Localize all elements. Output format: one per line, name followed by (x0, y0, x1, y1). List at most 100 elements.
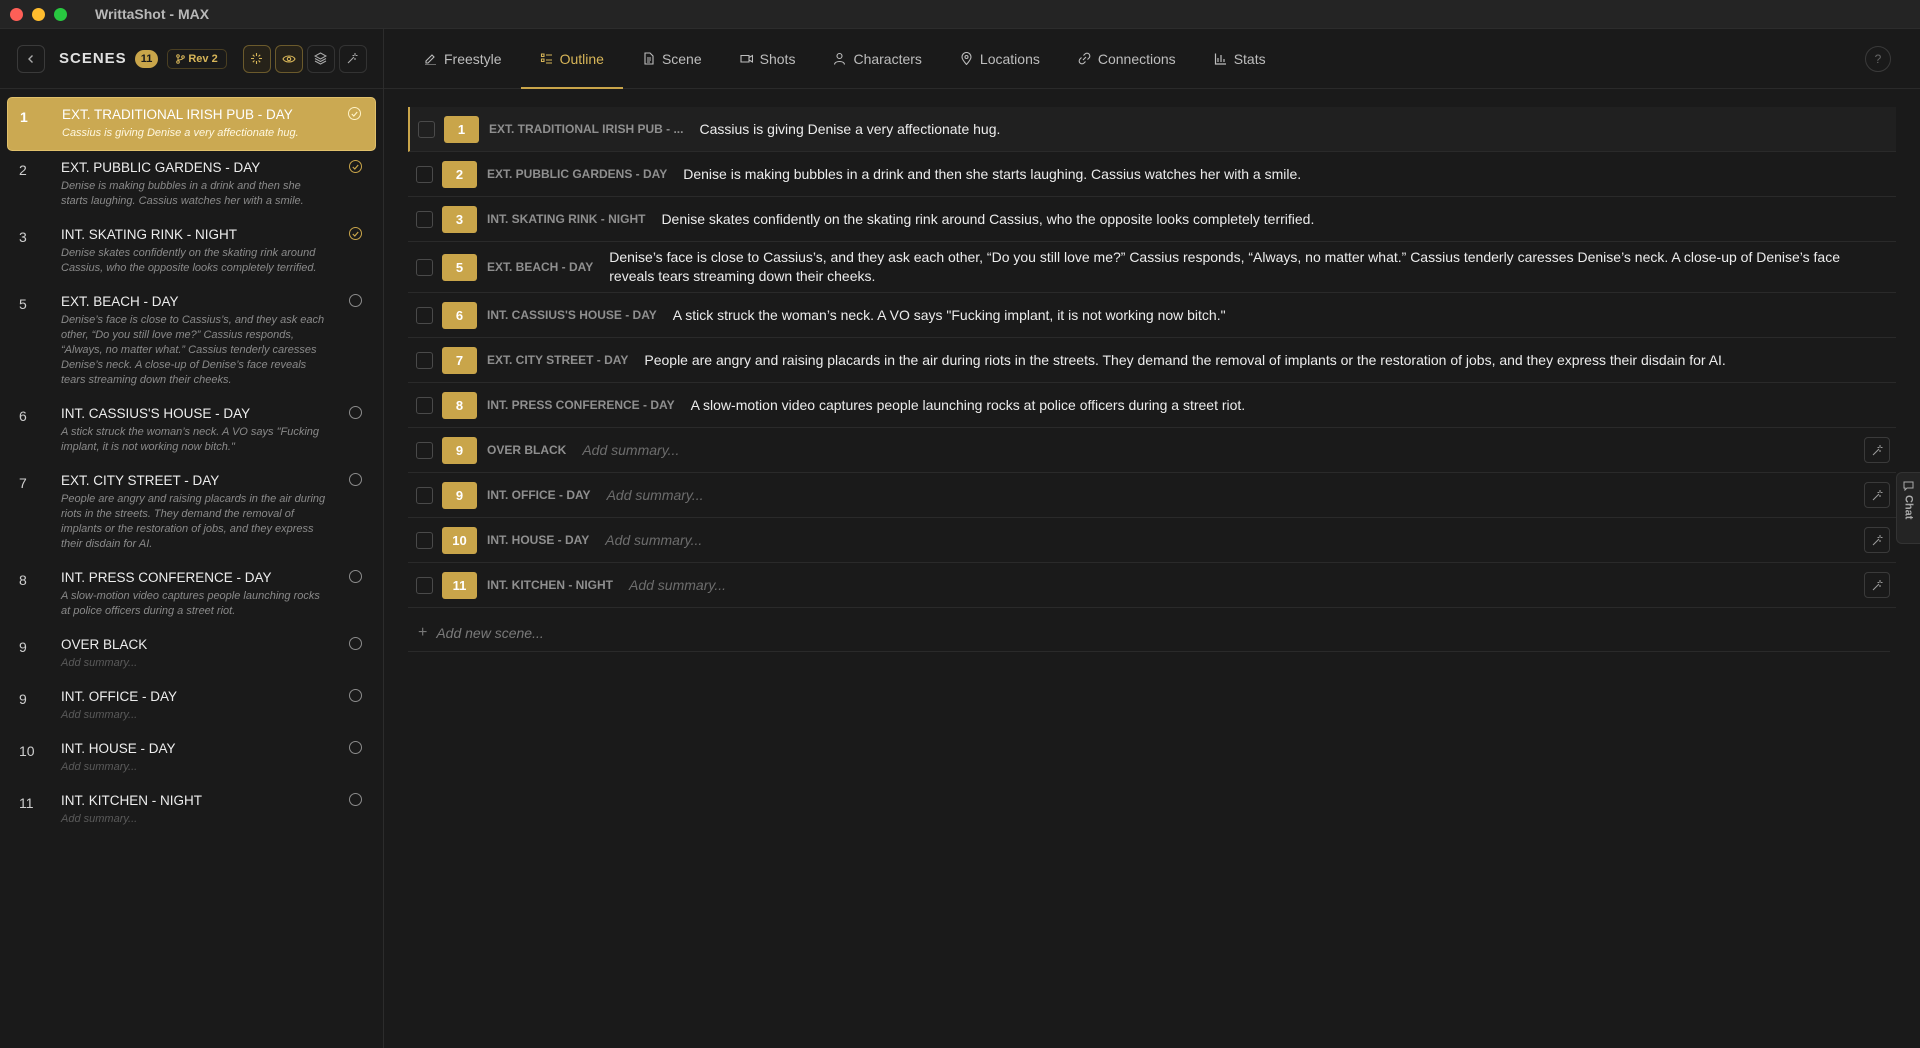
scene-list-item[interactable]: 6 INT. CASSIUS'S HOUSE - DAY A stick struc… (7, 397, 376, 464)
outline-row[interactable]: 11 INT. KITCHEN - NIGHT Add summary... (408, 563, 1896, 608)
revision-button[interactable]: Rev 2 (167, 48, 227, 69)
help-button[interactable]: ? (1865, 46, 1891, 72)
row-checkbox[interactable] (416, 258, 433, 276)
summary-input[interactable]: Add summary... (629, 576, 1896, 595)
row-checkbox[interactable] (416, 441, 433, 459)
row-checkbox[interactable] (416, 351, 433, 369)
tab-freestyle[interactable]: Freestyle (405, 29, 521, 88)
chat-bubble-icon (1903, 481, 1914, 491)
outline-row[interactable]: 9 OVER BLACK Add summary... (408, 428, 1896, 473)
scene-number: 8 (19, 572, 27, 588)
scene-heading: INT. HOUSE - DAY (487, 533, 590, 547)
scene-list-item[interactable]: 8 INT. PRESS CONFERENCE - DAY A slow-motio… (7, 561, 376, 628)
status-circle-icon[interactable] (349, 294, 362, 307)
scene-heading: EXT. PUBBLIC GARDENS - DAY (61, 160, 261, 175)
layers-button[interactable] (306, 44, 335, 73)
outline-row[interactable]: 10 INT. HOUSE - DAY Add summary... (408, 518, 1896, 563)
magic-wand-icon (347, 53, 358, 64)
tab-scene[interactable]: Scene (623, 29, 721, 88)
layers-icon (314, 52, 328, 65)
main-panel: Freestyle Outline Scene Shots Characters Loca… (384, 29, 1920, 1048)
minimize-window-button[interactable] (32, 7, 45, 21)
preview-toggle-button[interactable] (274, 44, 303, 73)
row-checkbox[interactable] (416, 165, 433, 183)
tab-locations[interactable]: Locations (941, 29, 1059, 88)
outline-row[interactable]: 9 INT. OFFICE - DAY Add summary... (408, 473, 1896, 518)
status-circle-icon[interactable] (349, 689, 362, 702)
eye-icon (282, 54, 296, 63)
window-controls (10, 7, 67, 21)
status-circle-icon[interactable] (349, 793, 362, 806)
scene-list-item[interactable]: 11 INT. KITCHEN - NIGHT Add summary... (7, 784, 376, 836)
outline-row[interactable]: 6 INT. CASSIUS'S HOUSE - DAY A stick struc… (408, 293, 1896, 338)
outline-row[interactable]: 5 EXT. BEACH - DAY Denise’s face is close … (408, 242, 1896, 293)
scene-heading: EXT. TRADITIONAL IRISH PUB - DAY (62, 107, 293, 122)
row-checkbox[interactable] (416, 486, 433, 504)
branch-icon (176, 53, 186, 64)
status-circle-icon[interactable] (349, 637, 362, 650)
row-checkbox[interactable] (416, 531, 433, 549)
user-icon (834, 52, 846, 65)
summary-input[interactable]: Add summary... (582, 441, 1896, 460)
completed-check-icon[interactable] (349, 227, 362, 240)
generate-summary-button[interactable] (1864, 437, 1890, 463)
close-window-button[interactable] (10, 7, 23, 21)
outline-row[interactable]: 2 EXT. PUBBLIC GARDENS - DAY Denise is mak… (408, 152, 1896, 197)
scene-summary: A stick struck the woman’s neck. A VO sa… (672, 306, 1226, 323)
back-button[interactable] (17, 44, 45, 73)
outline-row[interactable]: 8 INT. PRESS CONFERENCE - DAY A slow-motio… (408, 383, 1896, 428)
row-checkbox[interactable] (416, 210, 433, 228)
completed-check-icon[interactable] (349, 160, 362, 173)
ai-generate-button[interactable] (338, 44, 367, 73)
magic-wand-icon (1872, 489, 1882, 500)
status-circle-icon[interactable] (349, 473, 362, 486)
plus-icon: + (418, 624, 428, 641)
zoom-window-button[interactable] (54, 7, 67, 21)
status-circle-icon[interactable] (349, 570, 362, 583)
summary-input[interactable]: Add summary... (605, 531, 1896, 550)
tab-connections[interactable]: Connections (1059, 29, 1195, 88)
row-checkbox[interactable] (416, 306, 433, 324)
summary-input[interactable]: Add summary... (607, 486, 1896, 505)
scene-list-item[interactable]: 10 INT. HOUSE - DAY Add summary... (7, 732, 376, 784)
completed-check-icon[interactable] (348, 107, 361, 120)
scene-text: EXT. BEACH - DAY Denise’s face is close t… (61, 294, 366, 388)
scene-text: EXT. PUBBLIC GARDENS - DAY Denise is maki… (61, 160, 366, 209)
outline-row[interactable]: 1 EXT. TRADITIONAL IRISH PUB - ... Cassius… (408, 107, 1896, 152)
scene-list-item[interactable]: 5 EXT. BEACH - DAY Denise’s face is close … (7, 285, 376, 397)
generate-summary-button[interactable] (1864, 527, 1890, 553)
status-circle-icon[interactable] (349, 406, 362, 419)
row-checkbox[interactable] (418, 120, 435, 138)
scene-number-badge: 6 (442, 301, 477, 329)
status-circle-icon[interactable] (349, 741, 362, 754)
magic-toggle-button[interactable] (242, 44, 271, 73)
scene-list-item[interactable]: 1 EXT. TRADITIONAL IRISH PUB - DAY Cassius… (7, 97, 376, 151)
magic-wand-icon (1872, 579, 1882, 590)
generate-summary-button[interactable] (1864, 482, 1890, 508)
scene-number: 9 (19, 691, 27, 707)
outline-row[interactable]: 7 EXT. CITY STREET - DAY People are angry … (408, 338, 1896, 383)
sidebar-title: SCENES (59, 50, 127, 67)
outline-row[interactable]: 3 INT. SKATING RINK - NIGHT Denise skates … (408, 197, 1896, 242)
scene-list-item[interactable]: 3 INT. SKATING RINK - NIGHT Denise skates … (7, 218, 376, 285)
chat-panel-toggle[interactable]: Chat (1896, 472, 1920, 544)
tab-shots[interactable]: Shots (721, 29, 815, 88)
scene-list-item[interactable]: 2 EXT. PUBBLIC GARDENS - DAY Denise is mak… (7, 151, 376, 218)
scene-list: 1 EXT. TRADITIONAL IRISH PUB - DAY Cassius… (0, 89, 383, 844)
scene-list-item[interactable]: 9 INT. OFFICE - DAY Add summary... (7, 680, 376, 732)
scene-number: 1 (20, 109, 28, 125)
scene-number-badge: 10 (442, 526, 477, 554)
scene-text: OVER BLACK Add summary... (61, 637, 366, 671)
row-checkbox[interactable] (416, 576, 433, 594)
generate-summary-button[interactable] (1864, 572, 1890, 598)
scene-list-item[interactable]: 7 EXT. CITY STREET - DAY People are angry … (7, 464, 376, 561)
add-scene-button[interactable]: + Add new scene... (408, 608, 1890, 652)
scene-list-item[interactable]: 9 OVER BLACK Add summary... (7, 628, 376, 680)
tab-outline[interactable]: Outline (520, 29, 624, 89)
scene-summary: People are angry and raising placards in… (61, 493, 326, 550)
scene-summary: A slow-motion video captures people laun… (61, 590, 320, 617)
revision-label: Rev 2 (188, 52, 218, 65)
row-checkbox[interactable] (416, 396, 433, 414)
tab-characters[interactable]: Characters (814, 29, 940, 88)
tab-stats[interactable]: Stats (1195, 29, 1285, 88)
